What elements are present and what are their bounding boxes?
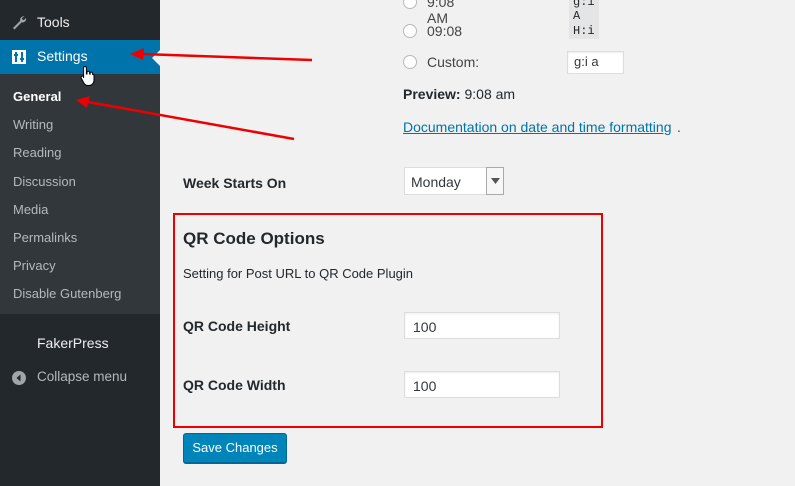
link-suffix: . bbox=[677, 119, 681, 135]
menu-item-tools[interactable]: Tools bbox=[0, 6, 160, 40]
radio-button[interactable] bbox=[403, 0, 417, 9]
save-changes-button[interactable]: Save Changes bbox=[183, 433, 287, 463]
annotation-highlight-box bbox=[173, 213, 603, 428]
settings-sliders-icon bbox=[10, 48, 28, 66]
custom-time-format-input[interactable]: g:i a bbox=[567, 51, 624, 74]
settings-submenu: General Writing Reading Discussion Media… bbox=[0, 74, 160, 314]
wrench-icon bbox=[10, 14, 28, 32]
collapse-menu-button[interactable]: Collapse menu bbox=[0, 361, 160, 395]
submenu-item-general[interactable]: General bbox=[13, 89, 61, 104]
radio-button[interactable] bbox=[403, 55, 417, 69]
week-starts-select[interactable]: Monday bbox=[404, 167, 504, 195]
submenu-item-disable-gutenberg[interactable]: Disable Gutenberg bbox=[13, 286, 121, 301]
preview-value: 9:08 am bbox=[464, 86, 516, 102]
collapse-arrow-icon bbox=[10, 369, 28, 387]
menu-label-fakerpress: FakerPress bbox=[37, 335, 109, 351]
radio-button[interactable] bbox=[403, 24, 417, 38]
custom-format-label: Custom: bbox=[427, 54, 480, 70]
documentation-link[interactable]: Documentation on date and time formattin… bbox=[403, 119, 672, 135]
chevron-down-icon bbox=[486, 167, 504, 195]
settings-main: 9:08 AM g:i A 09:08 H:i Custom: g:i a Pr… bbox=[160, 0, 795, 486]
submenu-item-writing[interactable]: Writing bbox=[13, 117, 53, 132]
submenu-item-permalinks[interactable]: Permalinks bbox=[13, 230, 77, 245]
preview-label: Preview: bbox=[403, 86, 461, 102]
submenu-item-discussion[interactable]: Discussion bbox=[13, 174, 76, 189]
submenu-item-media[interactable]: Media bbox=[13, 202, 48, 217]
submenu-item-privacy[interactable]: Privacy bbox=[13, 258, 56, 273]
menu-item-fakerpress[interactable]: FakerPress bbox=[0, 327, 160, 361]
submenu-item-reading[interactable]: Reading bbox=[13, 145, 61, 160]
admin-sidebar: Tools Settings General Writing Reading D… bbox=[0, 0, 160, 486]
time-format-code: g:i A bbox=[569, 0, 599, 24]
time-preview: Preview: 9:08 am bbox=[403, 86, 515, 102]
time-format-label: 09:08 bbox=[427, 23, 463, 39]
hand-cursor-icon bbox=[80, 65, 96, 90]
menu-label-tools: Tools bbox=[37, 14, 70, 30]
menu-label-settings: Settings bbox=[37, 48, 88, 64]
week-starts-value: Monday bbox=[411, 174, 461, 190]
time-format-code: H:i bbox=[569, 23, 599, 39]
menu-label-collapse: Collapse menu bbox=[37, 369, 128, 384]
active-menu-notch bbox=[152, 50, 160, 66]
week-starts-label: Week Starts On bbox=[183, 175, 287, 191]
